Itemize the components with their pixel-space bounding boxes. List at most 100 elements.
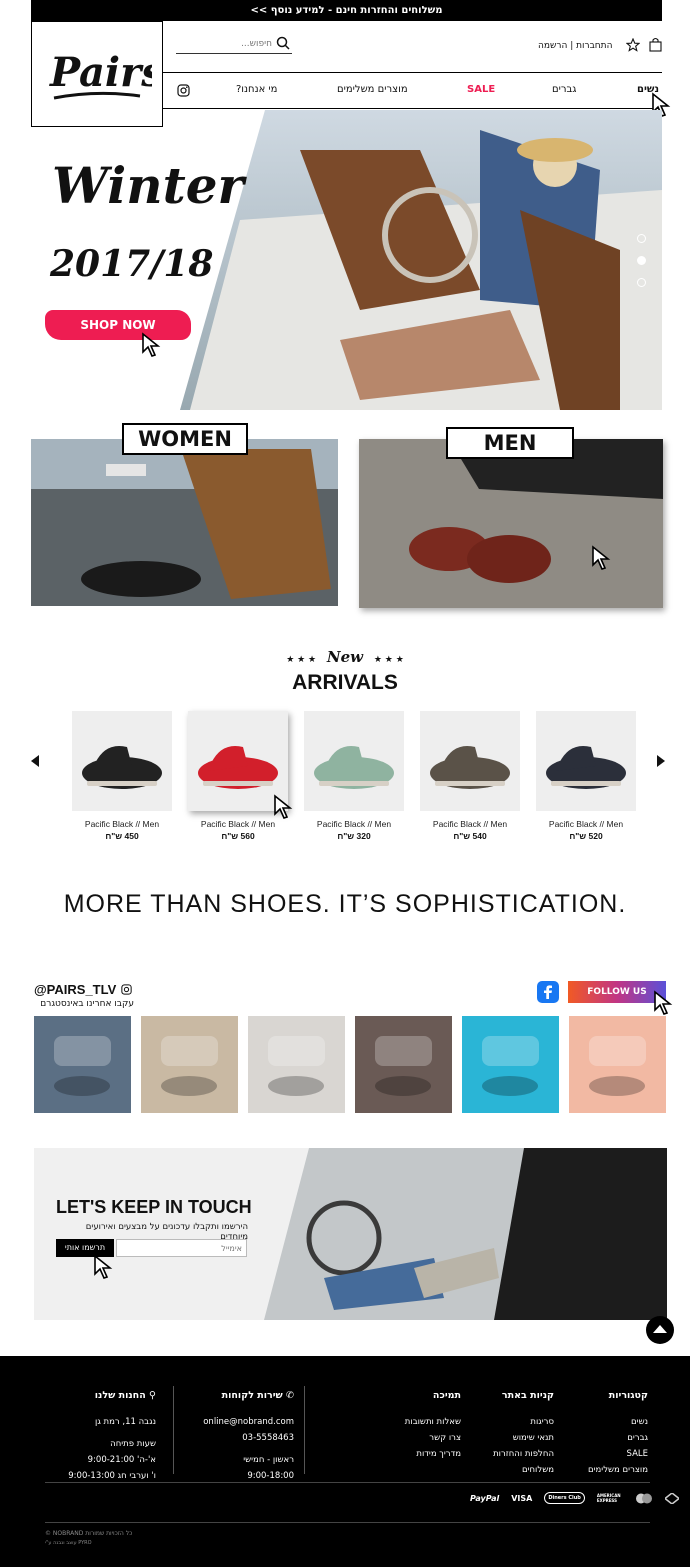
product-price: 450 ש"ח bbox=[105, 831, 139, 841]
nav-about[interactable]: מי אנחנו? bbox=[236, 84, 277, 95]
mastercard-icon bbox=[635, 1493, 652, 1503]
hero-image[interactable] bbox=[180, 110, 662, 410]
search-box[interactable] bbox=[176, 34, 292, 54]
product-name[interactable]: Pacific Black // Men bbox=[420, 819, 520, 829]
product-card[interactable]: Pacific Black // Men 540 ש"ח bbox=[420, 711, 520, 841]
product-image[interactable] bbox=[536, 711, 636, 811]
product-card[interactable]: Pacific Black // Men 520 ש"ח bbox=[536, 711, 636, 841]
stars-left: ★ ★ ★ bbox=[286, 655, 317, 665]
newsletter-section: LET'S KEEP IN TOUCH הירשמו ותקבלו עדכוני… bbox=[34, 1148, 667, 1320]
cursor-icon bbox=[142, 332, 161, 357]
service-days: ראשון - חמישי bbox=[243, 1455, 294, 1465]
product-name[interactable]: Pacific Black // Men bbox=[188, 819, 288, 829]
logo[interactable]: Pairs bbox=[31, 21, 163, 127]
arrivals-title: ARRIVALS bbox=[292, 671, 398, 694]
service-email[interactable]: online@nobrand.com bbox=[194, 1414, 294, 1430]
footer-link[interactable]: SALE bbox=[558, 1446, 648, 1462]
instagram-post[interactable] bbox=[355, 1016, 452, 1113]
cursor-icon bbox=[274, 794, 293, 819]
newsletter-image bbox=[264, 1148, 667, 1320]
stars-right: ★ ★ ★ bbox=[373, 655, 404, 665]
footer-divider bbox=[304, 1386, 305, 1474]
footer-link[interactable]: צרו קשר bbox=[371, 1430, 461, 1446]
product-image[interactable] bbox=[72, 711, 172, 811]
carousel-dot[interactable] bbox=[637, 234, 646, 243]
email-input[interactable] bbox=[116, 1239, 247, 1257]
scroll-to-top-button[interactable] bbox=[645, 1315, 675, 1345]
instagram-post[interactable] bbox=[248, 1016, 345, 1113]
product-price: 540 ש"ח bbox=[453, 831, 487, 841]
footer-divider bbox=[173, 1386, 174, 1474]
product-name[interactable]: Pacific Black // Men bbox=[72, 819, 172, 829]
login-link[interactable]: התחברות bbox=[576, 41, 612, 51]
instagram-post[interactable] bbox=[569, 1016, 666, 1113]
shop-now-button[interactable]: SHOP NOW bbox=[45, 310, 191, 340]
footer-link[interactable]: גברים bbox=[558, 1430, 648, 1446]
search-icon[interactable] bbox=[276, 36, 290, 50]
instagram-subtitle: עקבו אחרינו באינסטגרם bbox=[40, 999, 134, 1009]
store-hours-weekday: א'-ה' 9:00-21:00 bbox=[87, 1455, 156, 1465]
product-price: 320 ש"ח bbox=[337, 831, 371, 841]
payment-methods: PayPal VISA Diners Club AMERICAN EXPRESS bbox=[470, 1492, 679, 1504]
nav-accessories[interactable]: מוצרים משלימים bbox=[337, 84, 408, 95]
product-name[interactable]: Pacific Black // Men bbox=[304, 819, 404, 829]
instagram-icon[interactable] bbox=[121, 984, 132, 995]
carousel-dot-active[interactable] bbox=[637, 256, 646, 265]
footer-link[interactable]: החלפות והחזרות bbox=[464, 1446, 554, 1462]
paypal-logo: PayPal bbox=[470, 1493, 500, 1503]
carousel-next-icon[interactable] bbox=[656, 754, 666, 768]
card-icon bbox=[664, 1492, 679, 1504]
women-label[interactable]: WOMEN bbox=[122, 423, 248, 455]
hero-title: Winter bbox=[52, 156, 244, 215]
svg-text:Pairs: Pairs bbox=[49, 49, 152, 96]
footer-heading: ⚲ החנות שלנו bbox=[46, 1388, 156, 1404]
men-banner[interactable] bbox=[359, 439, 663, 608]
product-card[interactable]: Pacific Black // Men 450 ש"ח bbox=[72, 711, 172, 841]
instagram-post[interactable] bbox=[462, 1016, 559, 1113]
phone-icon: ✆ bbox=[282, 1390, 294, 1401]
footer-link[interactable]: סריגות bbox=[464, 1414, 554, 1430]
nav-men[interactable]: גברים bbox=[552, 84, 576, 95]
product-price: 560 ש"ח bbox=[221, 831, 255, 841]
facebook-icon[interactable] bbox=[537, 981, 559, 1003]
nav-sale[interactable]: SALE bbox=[467, 84, 495, 95]
instagram-post[interactable] bbox=[141, 1016, 238, 1113]
footer-link[interactable]: נשים bbox=[558, 1414, 648, 1430]
promo-bar[interactable]: משלוחים והחזרות חינם - למידע נוסף >> bbox=[31, 0, 662, 21]
footer-link[interactable]: תנאי שימוש bbox=[464, 1430, 554, 1446]
carousel-dot[interactable] bbox=[637, 278, 646, 287]
footer-link[interactable]: מוצרים משלימים bbox=[558, 1462, 648, 1478]
cursor-icon bbox=[592, 545, 611, 570]
new-arrivals-heading: ★ ★ ★ New ★ ★ ★ bbox=[0, 648, 690, 666]
footer-categories: קטגוריות נשים גברים SALE מוצרים משלימים bbox=[558, 1388, 648, 1478]
footer-heading-text: החנות שלנו bbox=[94, 1390, 146, 1401]
footer-link[interactable]: שאלות ותשובות bbox=[371, 1414, 461, 1430]
footer-link[interactable]: מדריך מידות bbox=[371, 1446, 461, 1462]
carousel-prev-icon[interactable] bbox=[30, 754, 40, 768]
product-card[interactable]: Pacific Black // Men 320 ש"ח bbox=[304, 711, 404, 841]
search-input[interactable] bbox=[176, 34, 272, 53]
logo-mark: Pairs bbox=[49, 49, 152, 100]
instagram-handle[interactable]: @PAIRS_TLV bbox=[34, 982, 116, 997]
product-image[interactable] bbox=[304, 711, 404, 811]
instagram-post[interactable] bbox=[34, 1016, 131, 1113]
footer-link[interactable]: משלוחים bbox=[464, 1462, 554, 1478]
cart-bag-icon[interactable] bbox=[649, 37, 662, 52]
footer-stores: ⚲ החנות שלנו נגבה 11, רמת גן שעות פתיחה … bbox=[46, 1388, 156, 1484]
visa-logo: VISA bbox=[511, 1493, 533, 1503]
product-image[interactable] bbox=[420, 711, 520, 811]
hero-year: 2017/18 bbox=[50, 243, 214, 285]
wishlist-star-icon[interactable] bbox=[626, 38, 640, 52]
new-script: New bbox=[326, 648, 364, 666]
product-name[interactable]: Pacific Black // Men bbox=[536, 819, 636, 829]
women-banner[interactable] bbox=[31, 439, 338, 606]
product-card[interactable]: Pacific Black // Men 560 ש"ח bbox=[188, 711, 288, 841]
register-link[interactable]: הרשמה bbox=[538, 41, 567, 51]
men-label[interactable]: MEN bbox=[446, 427, 574, 459]
footer-shopping: קניות באתר סריגות תנאי שימוש החלפות והחז… bbox=[464, 1388, 554, 1478]
service-phone[interactable]: 03-5558463 bbox=[194, 1430, 294, 1446]
copyright: © NOBRAND כל הזכויות שמורות bbox=[45, 1530, 133, 1537]
store-hours-title: שעות פתיחה bbox=[110, 1439, 156, 1449]
instagram-icon[interactable] bbox=[177, 84, 190, 97]
product-price: 520 ש"ח bbox=[569, 831, 603, 841]
